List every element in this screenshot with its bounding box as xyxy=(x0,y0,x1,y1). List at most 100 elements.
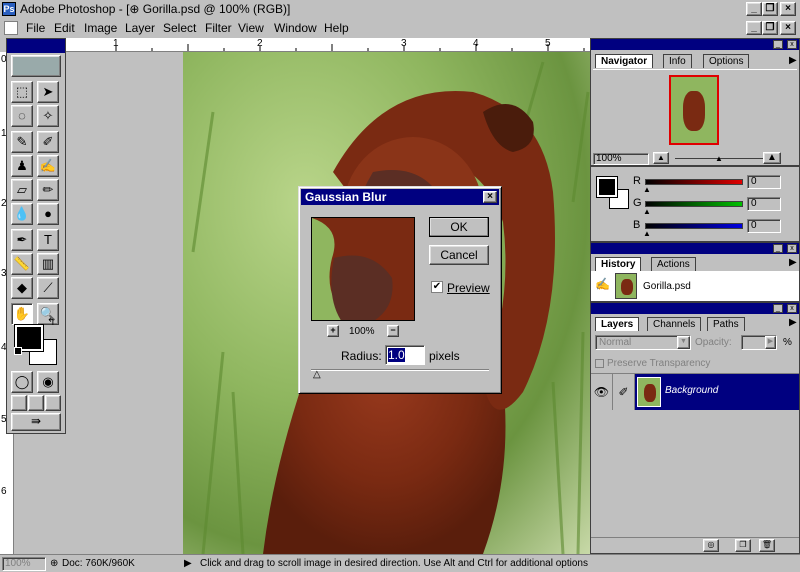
minimize-button[interactable]: _ xyxy=(746,2,762,16)
pen-tool-icon[interactable]: ✒ xyxy=(11,229,33,251)
palette-close-button[interactable]: x xyxy=(787,304,797,313)
menu-file[interactable]: File xyxy=(26,21,45,35)
new-layer-icon[interactable]: ❐ xyxy=(735,539,751,552)
horizontal-ruler[interactable]: 1 2 3 4 5 xyxy=(66,38,590,52)
jump-to-imageready-icon[interactable]: ⇛ xyxy=(11,413,61,431)
palette-title-bar[interactable]: _ x xyxy=(591,303,799,314)
menu-window[interactable]: Window xyxy=(274,21,317,35)
blue-slider[interactable] xyxy=(645,223,743,229)
gradient-tool-icon[interactable]: ▥ xyxy=(37,253,59,275)
menu-select[interactable]: Select xyxy=(163,21,196,35)
history-snapshot-label[interactable]: Gorilla.psd xyxy=(643,281,691,292)
menu-filter[interactable]: Filter xyxy=(205,21,232,35)
pencil-tool-icon[interactable]: ✏ xyxy=(37,179,59,201)
marquee-tool-icon[interactable]: ⬚ xyxy=(11,81,33,103)
zoom-out-icon[interactable]: ▲ xyxy=(653,152,669,164)
dialog-close-button[interactable]: × xyxy=(483,191,497,203)
photoshop-icon[interactable]: Ps xyxy=(2,2,16,16)
preview-checkbox[interactable]: ✔ xyxy=(431,281,443,293)
measure-tool-icon[interactable]: 📏 xyxy=(11,253,33,275)
full-screen-menu-icon[interactable] xyxy=(28,395,44,411)
red-value-field[interactable]: 0 xyxy=(747,175,781,189)
ok-button[interactable]: OK xyxy=(429,217,489,237)
rubber-stamp-icon[interactable]: ♟ xyxy=(11,155,33,177)
tab-paths[interactable]: Paths xyxy=(707,317,745,331)
document-icon[interactable] xyxy=(4,21,18,35)
lasso-tool-icon[interactable]: ◌ xyxy=(11,105,33,127)
standard-mode-icon[interactable]: ◯ xyxy=(11,371,33,393)
brush-edit-icon[interactable]: ✐ xyxy=(613,374,635,410)
standard-screen-icon[interactable] xyxy=(11,395,27,411)
menu-layer[interactable]: Layer xyxy=(125,21,155,35)
palette-menu-arrow-icon[interactable]: ▶ xyxy=(789,257,797,268)
layer-mask-icon[interactable]: ◎ xyxy=(703,539,719,552)
tab-history[interactable]: History xyxy=(595,257,642,271)
palette-title-bar[interactable]: _ x xyxy=(591,39,799,50)
palette-menu-arrow-icon[interactable]: ▶ xyxy=(789,55,797,66)
radius-input[interactable]: 1.0 xyxy=(385,345,425,365)
palette-close-button[interactable]: x xyxy=(787,40,797,49)
eyedropper-tool-icon[interactable]: ⟋ xyxy=(37,277,59,299)
move-tool-icon[interactable]: ➤ xyxy=(37,81,59,103)
navigator-slider-thumb[interactable]: ▲ xyxy=(715,154,723,163)
palette-minimize-button[interactable]: _ xyxy=(773,40,783,49)
slider-thumb[interactable]: ▲ xyxy=(643,229,651,238)
magic-wand-icon[interactable]: ✧ xyxy=(37,105,59,127)
tab-layers[interactable]: Layers xyxy=(595,317,640,331)
zoom-in-icon[interactable]: ▲ xyxy=(763,152,781,164)
green-slider[interactable] xyxy=(645,201,743,207)
airbrush-tool-icon[interactable]: ✎ xyxy=(11,131,33,153)
chevron-down-icon[interactable]: ▼ xyxy=(677,336,690,349)
doc-close-button[interactable]: × xyxy=(780,21,796,35)
preview-zoom-in-button[interactable]: + xyxy=(327,325,339,337)
palette-close-button[interactable]: x xyxy=(787,244,797,253)
blue-value-field[interactable]: 0 xyxy=(747,219,781,233)
layer-name[interactable]: Background xyxy=(665,385,718,396)
doc-minimize-button[interactable]: _ xyxy=(746,21,762,35)
navigator-preview-thumbnail[interactable] xyxy=(669,75,719,145)
status-menu-arrow-icon[interactable]: ▶ xyxy=(184,558,192,569)
trash-icon[interactable]: 🗑 xyxy=(759,539,775,552)
type-tool-icon[interactable]: T xyxy=(37,229,59,251)
tab-info[interactable]: Info xyxy=(663,54,692,68)
layer-row[interactable]: Background xyxy=(635,374,799,410)
menu-edit[interactable]: Edit xyxy=(54,21,75,35)
opacity-arrow-icon[interactable]: ▶ xyxy=(765,336,776,349)
tab-actions[interactable]: Actions xyxy=(651,257,696,271)
tab-navigator[interactable]: Navigator xyxy=(595,54,654,68)
palette-foreground-swatch[interactable] xyxy=(596,176,618,198)
paintbrush-tool-icon[interactable]: ✐ xyxy=(37,131,59,153)
default-colors-icon[interactable] xyxy=(14,347,22,355)
navigator-zoom-field[interactable]: 100% xyxy=(593,153,649,165)
paint-bucket-icon[interactable]: ◆ xyxy=(11,277,33,299)
slider-thumb[interactable]: ▲ xyxy=(643,185,651,194)
menu-help[interactable]: Help xyxy=(324,21,349,35)
tab-options[interactable]: Options xyxy=(703,54,750,68)
tab-channels[interactable]: Channels xyxy=(647,317,702,331)
palette-menu-arrow-icon[interactable]: ▶ xyxy=(789,317,797,328)
radius-slider-thumb[interactable]: △ xyxy=(313,369,321,380)
preview-zoom-out-button[interactable]: − xyxy=(387,325,399,337)
full-screen-icon[interactable] xyxy=(45,395,61,411)
blur-preview-image[interactable] xyxy=(311,217,415,321)
menu-image[interactable]: Image xyxy=(84,21,117,35)
slider-thumb[interactable]: ▲ xyxy=(643,207,651,216)
menu-view[interactable]: View xyxy=(238,21,264,35)
eye-logo-icon[interactable] xyxy=(11,55,61,77)
cancel-button[interactable]: Cancel xyxy=(429,245,489,265)
doc-restore-button[interactable]: ❐ xyxy=(762,21,778,35)
palette-minimize-button[interactable]: _ xyxy=(773,244,783,253)
restore-button[interactable]: ❐ xyxy=(762,2,778,16)
palette-title-bar[interactable]: _ x xyxy=(591,243,799,254)
preserve-transparency-checkbox[interactable] xyxy=(595,359,604,368)
toolbox-title-bar[interactable] xyxy=(7,39,65,53)
green-value-field[interactable]: 0 xyxy=(747,197,781,211)
swap-colors-icon[interactable]: ↰ xyxy=(47,317,55,328)
blur-tool-icon[interactable]: 💧 xyxy=(11,203,33,225)
history-brush-icon[interactable]: ✍ xyxy=(37,155,59,177)
dodge-tool-icon[interactable]: ● xyxy=(37,203,59,225)
history-brush-source-icon[interactable]: ✍ xyxy=(595,277,610,291)
close-button[interactable]: × xyxy=(780,2,796,16)
status-zoom-field[interactable]: 100% xyxy=(2,557,46,571)
quick-mask-icon[interactable]: ◉ xyxy=(37,371,59,393)
